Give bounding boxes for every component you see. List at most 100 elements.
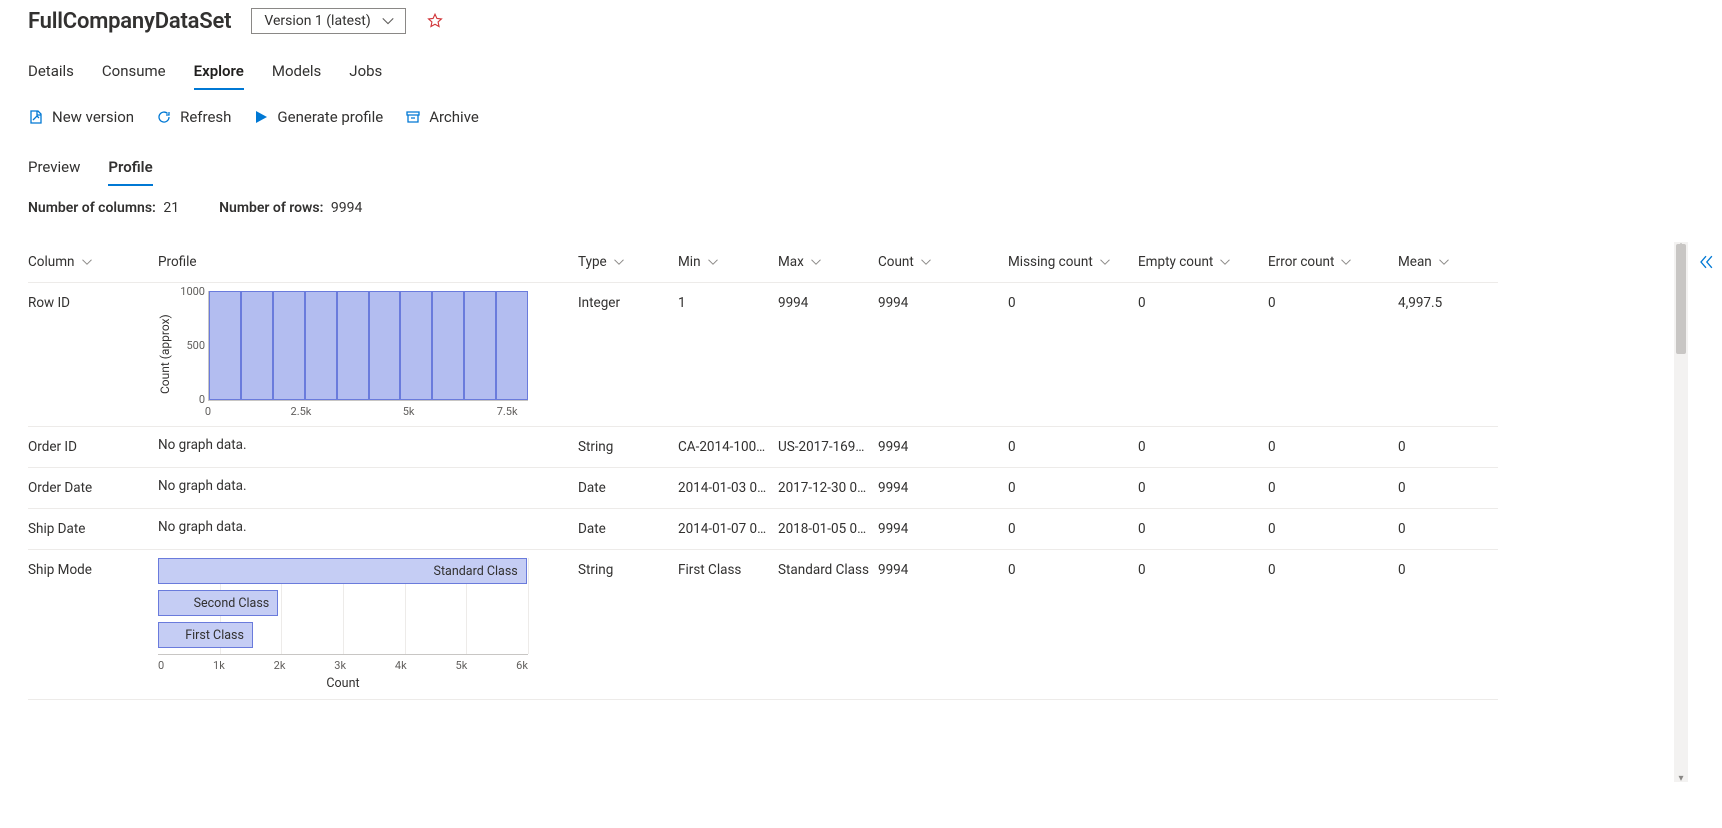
- tab-jobs[interactable]: Jobs: [349, 56, 382, 90]
- cell-profile: No graph data.: [158, 427, 578, 468]
- generate-profile-label: Generate profile: [277, 108, 383, 126]
- cell-count: 9994: [878, 509, 1008, 550]
- cell-profile: No graph data.: [158, 509, 578, 550]
- header-count[interactable]: Count: [878, 240, 1008, 283]
- cell-missing: 0: [1008, 509, 1138, 550]
- cell-empty: 0: [1138, 427, 1268, 468]
- cell-type: Date: [578, 468, 678, 509]
- cell-error: 0: [1268, 283, 1398, 427]
- cell-min: CA-2014-100…: [678, 427, 778, 468]
- histogram-bar: [464, 291, 496, 400]
- summary-columns: Number of columns: 21: [28, 200, 179, 216]
- chevron-double-left-icon: [1696, 252, 1716, 272]
- no-graph-label: No graph data.: [158, 517, 572, 535]
- refresh-icon: [156, 109, 172, 125]
- tab-details[interactable]: Details: [28, 56, 74, 90]
- header-empty[interactable]: Empty count: [1138, 240, 1268, 283]
- header-error[interactable]: Error count: [1268, 240, 1398, 283]
- scrollbar-thumb[interactable]: [1676, 244, 1686, 354]
- new-version-button[interactable]: New version: [28, 108, 134, 126]
- header-max[interactable]: Max: [778, 240, 878, 283]
- archive-label: Archive: [429, 108, 479, 126]
- refresh-button[interactable]: Refresh: [156, 108, 231, 126]
- generate-profile-button[interactable]: Generate profile: [253, 108, 383, 126]
- cell-error: 0: [1268, 509, 1398, 550]
- cell-mean: 0: [1398, 509, 1498, 550]
- sub-tabs: Preview Profile: [28, 154, 1694, 186]
- tab-models[interactable]: Models: [272, 56, 321, 90]
- subtab-profile[interactable]: Profile: [108, 154, 152, 186]
- cell-column-name: Order ID: [28, 427, 158, 468]
- profile-table: ColumnProfileTypeMinMaxCountMissing coun…: [28, 240, 1694, 700]
- command-bar: New version Refresh Generate profile Arc…: [28, 108, 1694, 126]
- chevron-down-icon: [381, 14, 395, 28]
- cell-missing: 0: [1008, 550, 1138, 700]
- version-dropdown[interactable]: Version 1 (latest): [251, 8, 405, 34]
- histogram-bar: [209, 291, 241, 400]
- histogram-bar: [369, 291, 401, 400]
- archive-button[interactable]: Archive: [405, 108, 479, 126]
- header-column[interactable]: Column: [28, 240, 158, 283]
- favorite-star-icon[interactable]: [426, 12, 444, 30]
- vertical-scrollbar[interactable]: ▴ ▾: [1674, 242, 1688, 782]
- tab-explore[interactable]: Explore: [194, 56, 244, 90]
- cell-missing: 0: [1008, 468, 1138, 509]
- chart-y-axis-label: Count (approx): [158, 291, 172, 418]
- cell-empty: 0: [1138, 283, 1268, 427]
- cell-missing: 0: [1008, 283, 1138, 427]
- histogram-bar: [337, 291, 369, 400]
- new-version-icon: [28, 109, 44, 125]
- cell-mean: 4,997.5: [1398, 283, 1498, 427]
- cell-max: 2017-12-30 0…: [778, 468, 878, 509]
- summary-row: Number of columns: 21 Number of rows: 99…: [28, 200, 1694, 216]
- cell-min: 2014-01-03 0…: [678, 468, 778, 509]
- header-min[interactable]: Min: [678, 240, 778, 283]
- collapse-panel-button[interactable]: [1696, 252, 1716, 276]
- cell-error: 0: [1268, 427, 1398, 468]
- cell-empty: 0: [1138, 468, 1268, 509]
- header-missing[interactable]: Missing count: [1008, 240, 1138, 283]
- histogram-bar: [496, 291, 528, 400]
- cell-count: 9994: [878, 427, 1008, 468]
- header-mean[interactable]: Mean: [1398, 240, 1498, 283]
- hbar: First Class: [158, 622, 253, 648]
- cell-min: 1: [678, 283, 778, 427]
- cell-mean: 0: [1398, 550, 1498, 700]
- cell-type: String: [578, 427, 678, 468]
- primary-tabs: Details Consume Explore Models Jobs: [28, 56, 1694, 90]
- cell-profile: No graph data.: [158, 468, 578, 509]
- histogram-bar: [432, 291, 464, 400]
- hbar: Standard Class: [158, 558, 527, 584]
- archive-icon: [405, 109, 421, 125]
- cell-column-name: Ship Date: [28, 509, 158, 550]
- cell-empty: 0: [1138, 550, 1268, 700]
- cell-error: 0: [1268, 468, 1398, 509]
- histogram-bar: [305, 291, 337, 400]
- tab-consume[interactable]: Consume: [102, 56, 166, 90]
- cell-profile: Standard ClassSecond ClassFirst Class01k…: [158, 550, 578, 700]
- cell-type: String: [578, 550, 678, 700]
- summary-rows: Number of rows: 9994: [219, 200, 362, 216]
- cell-column-name: Order Date: [28, 468, 158, 509]
- cell-missing: 0: [1008, 427, 1138, 468]
- refresh-label: Refresh: [180, 108, 231, 126]
- no-graph-label: No graph data.: [158, 435, 572, 453]
- subtab-preview[interactable]: Preview: [28, 154, 80, 186]
- cell-count: 9994: [878, 468, 1008, 509]
- header-profile[interactable]: Profile: [158, 240, 578, 283]
- cell-min: First Class: [678, 550, 778, 700]
- cell-max: Standard Class: [778, 550, 878, 700]
- cell-mean: 0: [1398, 427, 1498, 468]
- cell-max: 9994: [778, 283, 878, 427]
- horizontal-bar-chart: Standard ClassSecond ClassFirst Class01k…: [158, 558, 572, 691]
- hbar: Second Class: [158, 590, 278, 616]
- cell-empty: 0: [1138, 509, 1268, 550]
- page-title: FullCompanyDataSet: [28, 9, 231, 34]
- cell-count: 9994: [878, 283, 1008, 427]
- cell-column-name: Ship Mode: [28, 550, 158, 700]
- new-version-label: New version: [52, 108, 134, 126]
- histogram-bar: [241, 291, 273, 400]
- header-type[interactable]: Type: [578, 240, 678, 283]
- no-graph-label: No graph data.: [158, 476, 572, 494]
- cell-mean: 0: [1398, 468, 1498, 509]
